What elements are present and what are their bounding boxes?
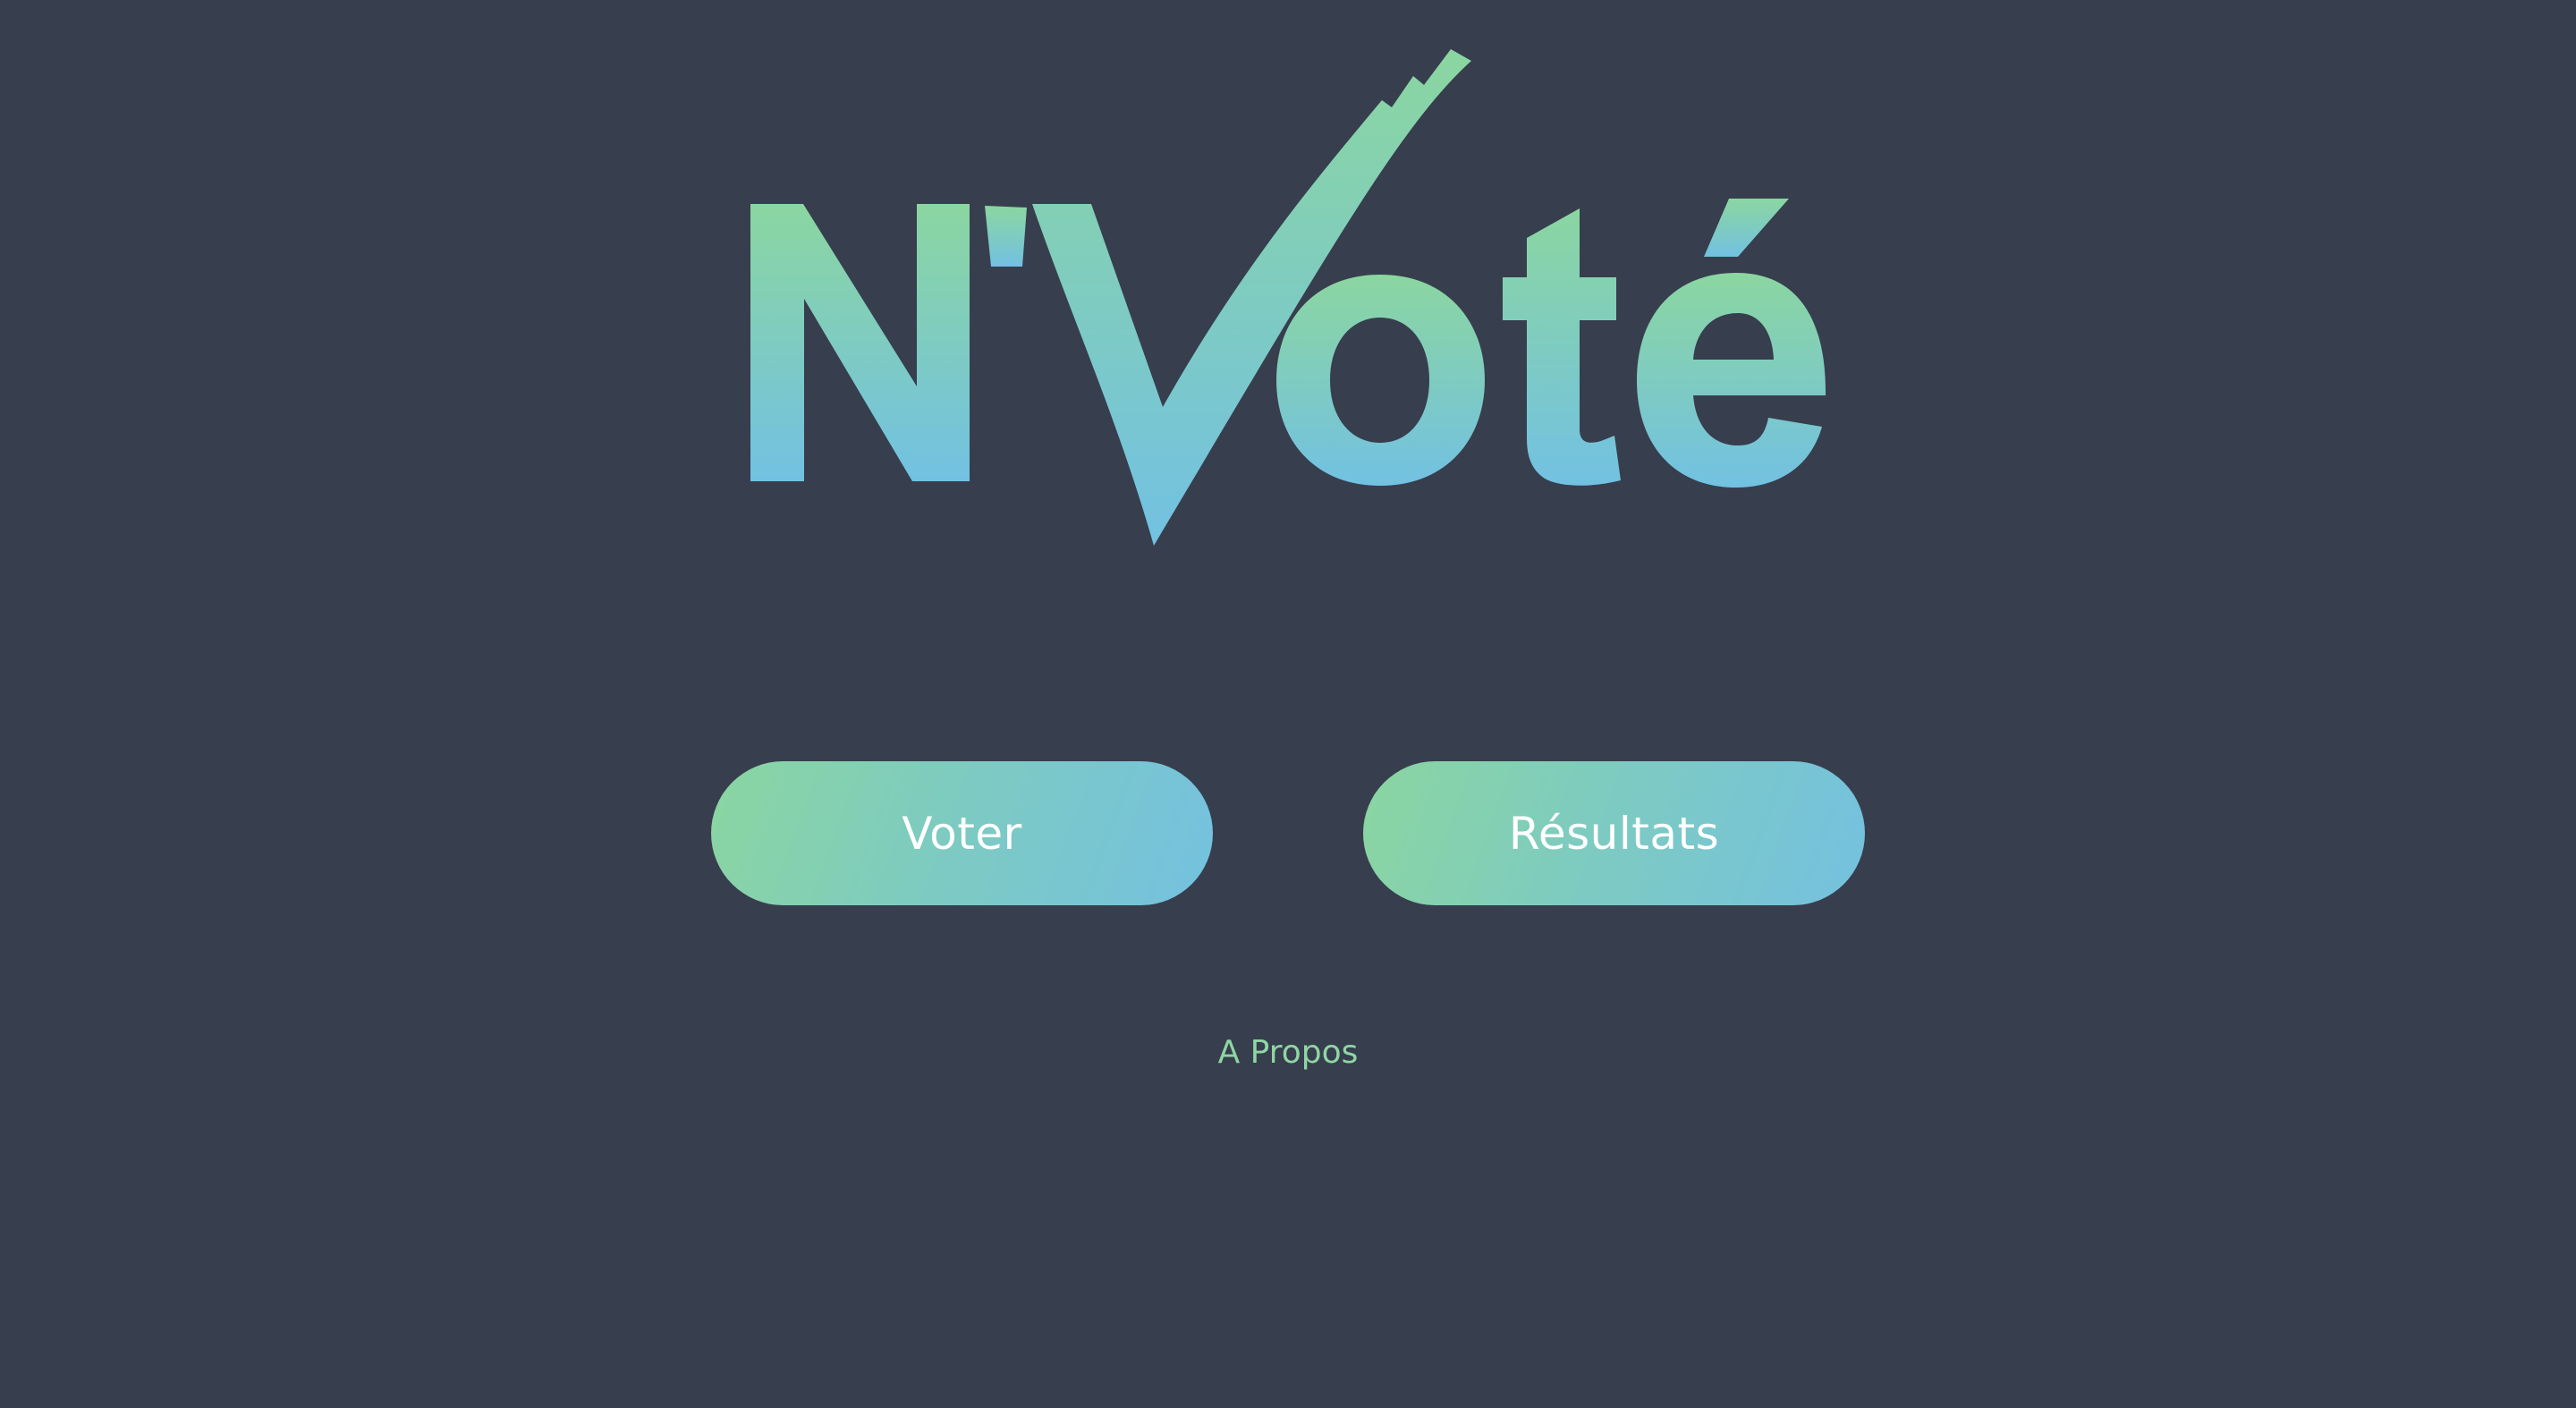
vote-button[interactable]: Voter xyxy=(711,761,1213,905)
nvote-logo xyxy=(750,49,1826,546)
about-link[interactable]: A Propos xyxy=(1218,1034,1359,1071)
home-page: Voter Résultats A Propos xyxy=(0,0,2576,1408)
about-link-container: A Propos xyxy=(0,1034,2576,1071)
results-button[interactable]: Résultats xyxy=(1363,761,1865,905)
